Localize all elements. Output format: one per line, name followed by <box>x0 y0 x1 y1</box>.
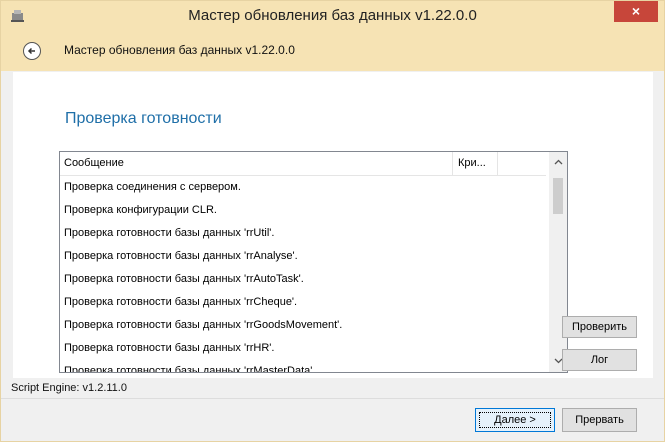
list-header: Сообщение Кри... <box>60 152 546 176</box>
script-engine-version: Script Engine: v1.2.11.0 <box>11 382 127 394</box>
column-header-criticality[interactable]: Кри... <box>454 152 498 175</box>
column-header-message[interactable]: Сообщение <box>60 152 453 175</box>
list-rows: Проверка соединения с сервером. Проверка… <box>60 176 546 372</box>
list-item[interactable]: Проверка готовности базы данных 'rrHR'. <box>60 337 546 360</box>
window-title: Мастер обновления баз данных v1.22.0.0 <box>188 7 477 24</box>
list-item[interactable]: Проверка конфигурации CLR. <box>60 199 546 222</box>
nav-title: Мастер обновления баз данных v1.22.0.0 <box>64 43 295 57</box>
close-button[interactable]: × <box>614 1 658 22</box>
arrow-left-icon <box>27 47 35 55</box>
list-item[interactable]: Проверка соединения с сервером. <box>60 176 546 199</box>
vertical-scrollbar[interactable] <box>549 152 567 372</box>
wizard-window: Мастер обновления баз данных v1.22.0.0 ×… <box>0 0 665 442</box>
scroll-up-icon[interactable] <box>549 154 567 171</box>
cancel-button[interactable]: Прервать <box>562 408 637 432</box>
list-item[interactable]: Проверка готовности базы данных 'rrUtil'… <box>60 222 546 245</box>
title-bar[interactable]: Мастер обновления баз данных v1.22.0.0 × <box>1 1 664 31</box>
check-button[interactable]: Проверить <box>562 316 637 338</box>
page-heading: Проверка готовности <box>65 110 222 127</box>
footer-divider <box>1 398 664 399</box>
next-button[interactable]: Далее > <box>475 408 555 432</box>
list-item[interactable]: Проверка готовности базы данных 'rrChequ… <box>60 291 546 314</box>
list-item[interactable]: Проверка готовности базы данных 'rrGoods… <box>60 314 546 337</box>
list-item[interactable]: Проверка готовности базы данных 'rrAnaly… <box>60 245 546 268</box>
nav-bar: Мастер обновления баз данных v1.22.0.0 <box>1 31 664 71</box>
focus-rect <box>479 412 551 428</box>
back-button[interactable] <box>23 42 41 60</box>
content-panel: Проверка готовности Сообщение Кри... Про… <box>13 72 653 378</box>
close-icon: × <box>631 3 641 19</box>
log-button[interactable]: Лог <box>562 349 637 371</box>
messages-list[interactable]: Сообщение Кри... Проверка соединения с с… <box>59 151 568 373</box>
list-item[interactable]: Проверка готовности базы данных 'rrAutoT… <box>60 268 546 291</box>
scrollbar-thumb[interactable] <box>553 178 563 214</box>
list-item[interactable]: Проверка готовности базы данных 'rrMaste… <box>60 360 546 372</box>
